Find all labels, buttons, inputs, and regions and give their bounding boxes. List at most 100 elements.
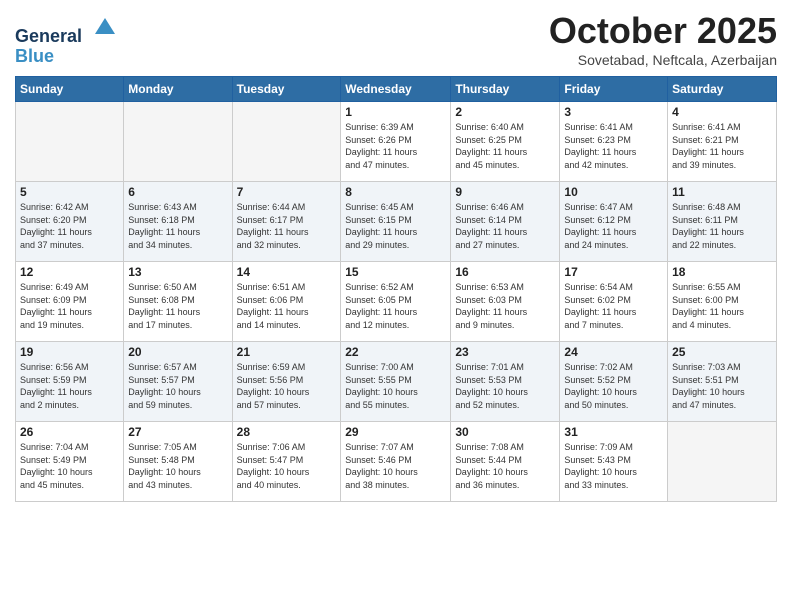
calendar-day: 27 Sunrise: 7:05 AM Sunset: 5:48 PM Dayli… (124, 422, 232, 502)
day-info: Sunrise: 6:53 AM Sunset: 6:03 PM Dayligh… (455, 281, 555, 331)
day-info: Sunrise: 7:03 AM Sunset: 5:51 PM Dayligh… (672, 361, 772, 411)
day-number: 11 (672, 185, 772, 199)
day-info: Sunrise: 6:54 AM Sunset: 6:02 PM Dayligh… (564, 281, 663, 331)
calendar-day: 31 Sunrise: 7:09 AM Sunset: 5:43 PM Dayli… (560, 422, 668, 502)
day-number: 28 (237, 425, 337, 439)
day-info: Sunrise: 7:05 AM Sunset: 5:48 PM Dayligh… (128, 441, 227, 491)
day-number: 20 (128, 345, 227, 359)
day-info: Sunrise: 6:41 AM Sunset: 6:23 PM Dayligh… (564, 121, 663, 171)
day-info: Sunrise: 6:40 AM Sunset: 6:25 PM Dayligh… (455, 121, 555, 171)
day-number: 4 (672, 105, 772, 119)
weekday-header-row: Sunday Monday Tuesday Wednesday Thursday… (16, 77, 777, 102)
day-info: Sunrise: 6:51 AM Sunset: 6:06 PM Dayligh… (237, 281, 337, 331)
calendar-day (668, 422, 777, 502)
day-number: 8 (345, 185, 446, 199)
day-info: Sunrise: 7:07 AM Sunset: 5:46 PM Dayligh… (345, 441, 446, 491)
col-wednesday: Wednesday (341, 77, 451, 102)
day-number: 10 (564, 185, 663, 199)
col-thursday: Thursday (451, 77, 560, 102)
day-number: 18 (672, 265, 772, 279)
calendar-day: 5 Sunrise: 6:42 AM Sunset: 6:20 PM Daylig… (16, 182, 124, 262)
calendar-day: 21 Sunrise: 6:59 AM Sunset: 5:56 PM Dayli… (232, 342, 341, 422)
day-number: 27 (128, 425, 227, 439)
day-info: Sunrise: 6:50 AM Sunset: 6:08 PM Dayligh… (128, 281, 227, 331)
header: General Blue October 2025 Sovetabad, Nef… (15, 10, 777, 68)
col-friday: Friday (560, 77, 668, 102)
day-info: Sunrise: 6:56 AM Sunset: 5:59 PM Dayligh… (20, 361, 119, 411)
col-monday: Monday (124, 77, 232, 102)
calendar-day: 24 Sunrise: 7:02 AM Sunset: 5:52 PM Dayli… (560, 342, 668, 422)
page: General Blue October 2025 Sovetabad, Nef… (0, 0, 792, 512)
day-number: 24 (564, 345, 663, 359)
calendar-day: 7 Sunrise: 6:44 AM Sunset: 6:17 PM Daylig… (232, 182, 341, 262)
calendar-day: 25 Sunrise: 7:03 AM Sunset: 5:51 PM Dayli… (668, 342, 777, 422)
day-number: 7 (237, 185, 337, 199)
calendar-day: 28Sunrise: 7:06 AM Sunset: 5:47 PM Dayli… (232, 422, 341, 502)
calendar-day: 16 Sunrise: 6:53 AM Sunset: 6:03 PM Dayli… (451, 262, 560, 342)
day-info: Sunrise: 6:52 AM Sunset: 6:05 PM Dayligh… (345, 281, 446, 331)
calendar-day: 12 Sunrise: 6:49 AM Sunset: 6:09 PM Dayli… (16, 262, 124, 342)
day-info: Sunrise: 6:43 AM Sunset: 6:18 PM Dayligh… (128, 201, 227, 251)
day-info: Sunrise: 7:02 AM Sunset: 5:52 PM Dayligh… (564, 361, 663, 411)
col-saturday: Saturday (668, 77, 777, 102)
day-number: 5 (20, 185, 119, 199)
day-info: Sunrise: 6:59 AM Sunset: 5:56 PM Dayligh… (237, 361, 337, 411)
day-info: Sunrise: 6:41 AM Sunset: 6:21 PM Dayligh… (672, 121, 772, 171)
day-number: 22 (345, 345, 446, 359)
day-number: 21 (237, 345, 337, 359)
day-number: 12 (20, 265, 119, 279)
calendar-day (16, 102, 124, 182)
calendar-day: 29 Sunrise: 7:07 AM Sunset: 5:46 PM Dayli… (341, 422, 451, 502)
day-info: Sunrise: 6:44 AM Sunset: 6:17 PM Dayligh… (237, 201, 337, 251)
calendar-day: 30Sunrise: 7:08 AM Sunset: 5:44 PM Dayli… (451, 422, 560, 502)
calendar-day: 9Sunrise: 6:46 AM Sunset: 6:14 PM Daylig… (451, 182, 560, 262)
title-block: October 2025 Sovetabad, Neftcala, Azerba… (549, 10, 777, 68)
day-number: 26 (20, 425, 119, 439)
day-info: Sunrise: 7:01 AM Sunset: 5:53 PM Dayligh… (455, 361, 555, 411)
logo-blue: Blue (15, 47, 119, 67)
calendar-day (232, 102, 341, 182)
calendar-week-row: 1 Sunrise: 6:39 AM Sunset: 6:26 PM Daylig… (16, 102, 777, 182)
day-number: 25 (672, 345, 772, 359)
calendar-day: 4 Sunrise: 6:41 AM Sunset: 6:21 PM Daylig… (668, 102, 777, 182)
calendar-day: 8Sunrise: 6:45 AM Sunset: 6:15 PM Daylig… (341, 182, 451, 262)
day-number: 29 (345, 425, 446, 439)
calendar-day: 23Sunrise: 7:01 AM Sunset: 5:53 PM Dayli… (451, 342, 560, 422)
day-info: Sunrise: 7:08 AM Sunset: 5:44 PM Dayligh… (455, 441, 555, 491)
calendar-day: 1 Sunrise: 6:39 AM Sunset: 6:26 PM Daylig… (341, 102, 451, 182)
day-info: Sunrise: 6:47 AM Sunset: 6:12 PM Dayligh… (564, 201, 663, 251)
day-info: Sunrise: 6:39 AM Sunset: 6:26 PM Dayligh… (345, 121, 446, 171)
calendar-day: 19 Sunrise: 6:56 AM Sunset: 5:59 PM Dayli… (16, 342, 124, 422)
day-number: 16 (455, 265, 555, 279)
day-number: 15 (345, 265, 446, 279)
calendar-day: 15 Sunrise: 6:52 AM Sunset: 6:05 PM Dayli… (341, 262, 451, 342)
calendar-day: 6 Sunrise: 6:43 AM Sunset: 6:18 PM Daylig… (124, 182, 232, 262)
calendar-day: 18 Sunrise: 6:55 AM Sunset: 6:00 PM Dayli… (668, 262, 777, 342)
day-number: 19 (20, 345, 119, 359)
calendar-day: 14 Sunrise: 6:51 AM Sunset: 6:06 PM Dayli… (232, 262, 341, 342)
day-info: Sunrise: 7:04 AM Sunset: 5:49 PM Dayligh… (20, 441, 119, 491)
month-title: October 2025 (549, 10, 777, 52)
day-number: 9 (455, 185, 555, 199)
logo-icon (91, 14, 119, 42)
day-number: 31 (564, 425, 663, 439)
calendar-table: Sunday Monday Tuesday Wednesday Thursday… (15, 76, 777, 502)
day-number: 14 (237, 265, 337, 279)
calendar-day: 26 Sunrise: 7:04 AM Sunset: 5:49 PM Dayli… (16, 422, 124, 502)
day-number: 1 (345, 105, 446, 119)
day-info: Sunrise: 7:00 AM Sunset: 5:55 PM Dayligh… (345, 361, 446, 411)
logo: General Blue (15, 14, 119, 67)
calendar-day (124, 102, 232, 182)
day-number: 3 (564, 105, 663, 119)
calendar-day: 3 Sunrise: 6:41 AM Sunset: 6:23 PM Daylig… (560, 102, 668, 182)
day-info: Sunrise: 6:55 AM Sunset: 6:00 PM Dayligh… (672, 281, 772, 331)
calendar-day: 20Sunrise: 6:57 AM Sunset: 5:57 PM Dayli… (124, 342, 232, 422)
calendar-day: 10 Sunrise: 6:47 AM Sunset: 6:12 PM Dayli… (560, 182, 668, 262)
day-info: Sunrise: 6:48 AM Sunset: 6:11 PM Dayligh… (672, 201, 772, 251)
day-number: 6 (128, 185, 227, 199)
day-number: 13 (128, 265, 227, 279)
day-info: Sunrise: 6:49 AM Sunset: 6:09 PM Dayligh… (20, 281, 119, 331)
day-info: Sunrise: 6:42 AM Sunset: 6:20 PM Dayligh… (20, 201, 119, 251)
day-info: Sunrise: 7:09 AM Sunset: 5:43 PM Dayligh… (564, 441, 663, 491)
calendar-week-row: 19 Sunrise: 6:56 AM Sunset: 5:59 PM Dayli… (16, 342, 777, 422)
